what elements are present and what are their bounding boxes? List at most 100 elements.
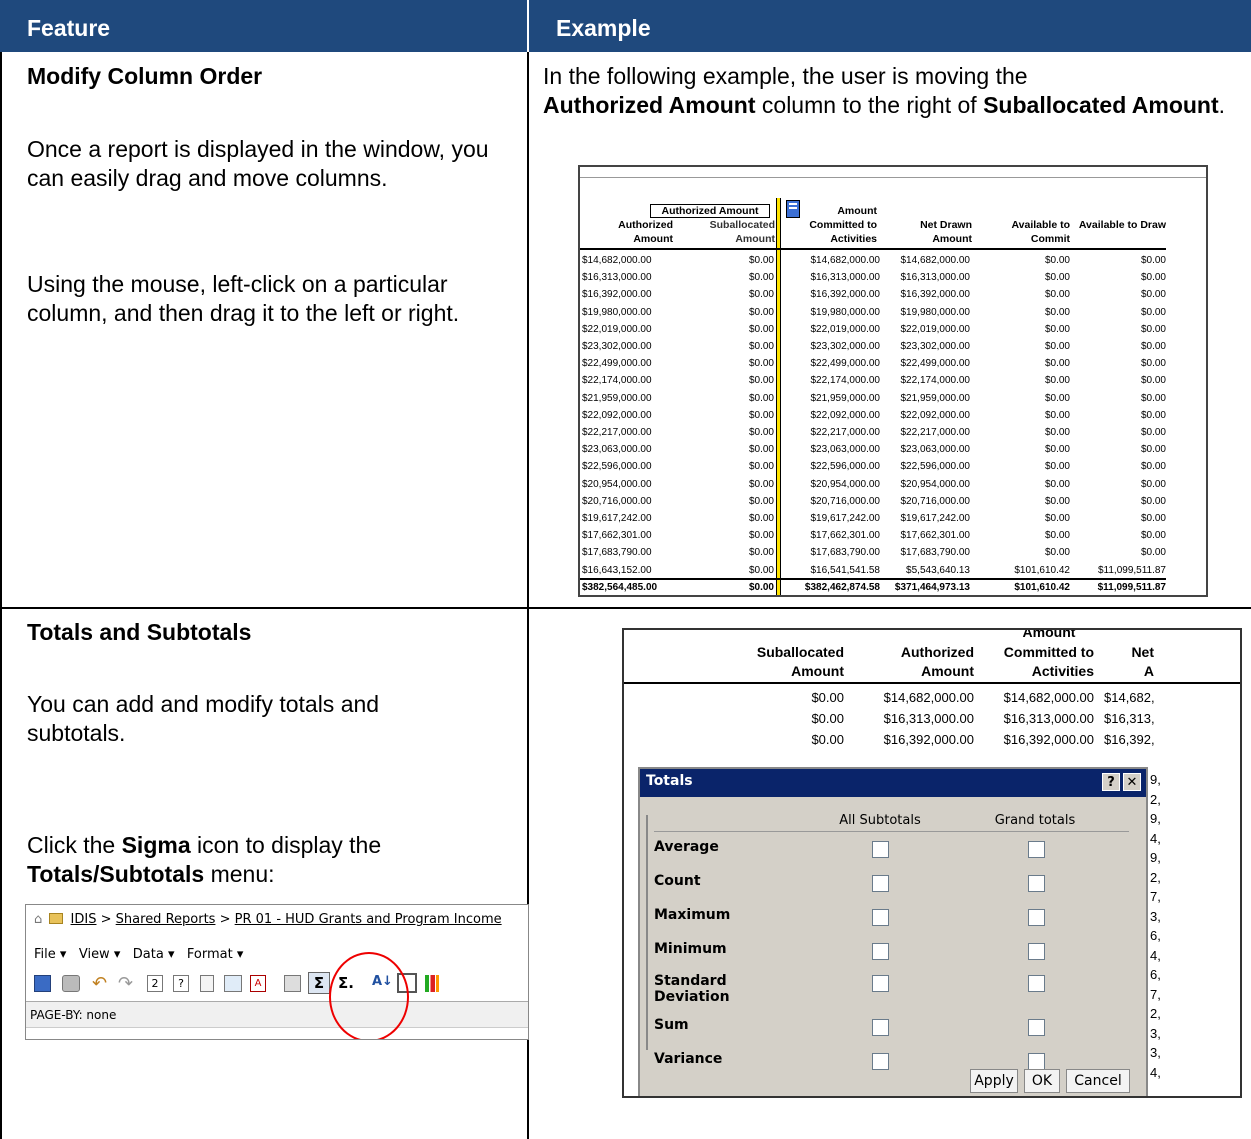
menu-data[interactable]: Data ▾ <box>133 947 175 962</box>
col-header-authorized-amount[interactable]: Authorized Amount <box>580 218 673 246</box>
table-cell: $0.00 <box>1044 255 1070 266</box>
col-header-available-commit[interactable]: Available to Commit <box>980 218 1070 246</box>
table-cell: $22,092,000.00 <box>810 409 880 421</box>
excel-icon[interactable] <box>224 975 242 992</box>
home-icon[interactable]: ⌂ <box>34 912 42 927</box>
table-cell: 2, <box>1150 791 1161 807</box>
table-cell: $0.00 <box>748 341 774 352</box>
column-header[interactable]: Committed to <box>984 644 1094 660</box>
table-cell: $0.00 <box>748 513 774 524</box>
breadcrumb-shared-reports[interactable]: Shared Reports <box>116 912 216 927</box>
col-header-available-draw[interactable]: Available to Draw <box>1078 218 1166 232</box>
breadcrumb-idis[interactable]: IDIS <box>71 912 97 927</box>
table-cell: $0.00 <box>1044 358 1070 370</box>
totals-item-label: Average <box>654 839 719 855</box>
prompt-icon[interactable]: ? <box>173 975 189 992</box>
folder-up-icon[interactable] <box>49 913 64 924</box>
menu-format[interactable]: Format ▾ <box>187 947 243 962</box>
column-header[interactable]: Amount <box>864 663 974 679</box>
table-cell: $21,959,000.00 <box>582 392 652 404</box>
grand-total-checkbox[interactable] <box>1028 975 1045 992</box>
redo-icon[interactable]: ↷ <box>118 973 133 994</box>
table-cell: $0.00 <box>1044 392 1070 404</box>
table-cell: $14,682,000.00 <box>810 255 880 266</box>
menu-view[interactable]: View ▾ <box>79 947 121 962</box>
table-cell: $0.00 <box>1140 547 1166 559</box>
grand-total-checkbox[interactable] <box>1028 943 1045 960</box>
table-row: $22,019,000.00 $0.00 $22,019,000.00 $22,019… <box>580 322 1206 339</box>
cancel-button[interactable]: Cancel <box>1066 1069 1130 1093</box>
refresh-icon[interactable]: 2 <box>147 975 163 992</box>
table-cell: $0.00 <box>748 444 774 456</box>
page-by-bar: PAGE-BY: none <box>26 1002 528 1028</box>
menu-file[interactable]: File ▾ <box>34 947 66 962</box>
grand-total-checkbox[interactable] <box>1028 875 1045 892</box>
table-cell: $0.00 <box>1140 323 1166 335</box>
totals-item-label: Maximum <box>654 907 731 923</box>
table-cell: $0.00 <box>748 272 774 284</box>
table-cell: 9, <box>1150 850 1161 865</box>
table-cell: $20,716,000.00 <box>810 495 880 507</box>
table-cell: $20,716,000.00 <box>582 495 652 507</box>
grand-total-checkbox[interactable] <box>1028 909 1045 926</box>
table-cell: $0.00 <box>748 564 774 576</box>
table-cell: $0.00 <box>1044 547 1070 559</box>
column-header[interactable]: Suballocated <box>734 644 844 660</box>
col-header-net-drawn[interactable]: Net Drawn Amount <box>890 218 972 246</box>
grand-total-checkbox[interactable] <box>1028 1053 1045 1070</box>
apply-button[interactable]: Apply <box>970 1069 1018 1093</box>
table-cell: $0.00 <box>1044 478 1070 490</box>
subtotal-checkbox[interactable] <box>872 875 889 892</box>
column-header[interactable]: A <box>1094 663 1154 679</box>
table-cell: 3, <box>1150 908 1161 924</box>
save-icon[interactable] <box>34 975 51 992</box>
grand-total-checkbox[interactable] <box>1028 841 1045 858</box>
table-cell: $16,313,000.00 <box>582 272 652 284</box>
undo-icon[interactable]: ↶ <box>92 973 107 994</box>
table-cell: $0.00 <box>1044 306 1070 318</box>
ok-button[interactable]: OK <box>1024 1069 1060 1093</box>
subtotal-checkbox[interactable] <box>872 1053 889 1070</box>
table-cell: $22,217,000.00 <box>810 427 880 438</box>
subtotal-checkbox[interactable] <box>872 1019 889 1036</box>
print-icon[interactable] <box>62 975 80 992</box>
table-cell: $16,313,000.00 <box>1003 711 1094 726</box>
subtotal-checkbox[interactable] <box>872 909 889 926</box>
totals-item-label: Minimum <box>654 941 727 957</box>
col-header-suballocated-amount[interactable]: Suballocated Amount <box>700 218 775 246</box>
table-cell: $19,617,242.00 <box>582 513 652 524</box>
subtotal-checkbox[interactable] <box>872 841 889 858</box>
table-cell: $5,543,640.13 <box>906 564 970 576</box>
table-cell: $19,980,000.00 <box>810 306 880 318</box>
column-header[interactable]: Authorized <box>864 644 974 660</box>
table-cell: $22,499,000.00 <box>810 358 880 370</box>
totals-item-label: Count <box>654 873 701 889</box>
table-cell: $0.00 <box>1140 375 1166 387</box>
table-cell: $0.00 <box>1140 255 1166 266</box>
table-cell: $0.00 <box>748 289 774 301</box>
pdf-icon[interactable]: A <box>250 975 266 992</box>
column-header[interactable]: Amount <box>734 663 844 679</box>
chart-view-icon[interactable] <box>425 975 439 992</box>
help-button[interactable]: ? <box>1102 773 1120 791</box>
table-cell: $0.00 <box>1140 289 1166 301</box>
column-header[interactable]: Net <box>1094 644 1154 660</box>
subtotal-checkbox[interactable] <box>872 943 889 960</box>
dialog-titlebar <box>640 769 1146 797</box>
breadcrumb-report[interactable]: PR 01 - HUD Grants and Program Income <box>235 912 502 927</box>
col-header-committed[interactable]: Amount Committed to Activities <box>785 204 877 246</box>
sigma-totals-icon[interactable]: Σ <box>308 972 330 994</box>
grand-total-checkbox[interactable] <box>1028 1019 1045 1036</box>
table-cell: $16,313,000.00 <box>883 711 974 726</box>
export-icon[interactable] <box>200 975 214 992</box>
close-button[interactable]: ✕ <box>1123 773 1141 791</box>
table-cell: 2, <box>1150 1006 1161 1021</box>
column-header[interactable]: Activities <box>984 663 1094 679</box>
table-cell: $0.00 <box>748 255 774 266</box>
table-cell: $16,313,000.00 <box>810 272 880 284</box>
table-cell: $0.00 <box>1044 461 1070 473</box>
subtotal-checkbox[interactable] <box>872 975 889 992</box>
section1-example-text: In the following example, the user is mo… <box>543 63 1226 118</box>
grid-icon[interactable] <box>284 975 301 992</box>
table-cell: $14,682,000.00 <box>883 690 974 705</box>
